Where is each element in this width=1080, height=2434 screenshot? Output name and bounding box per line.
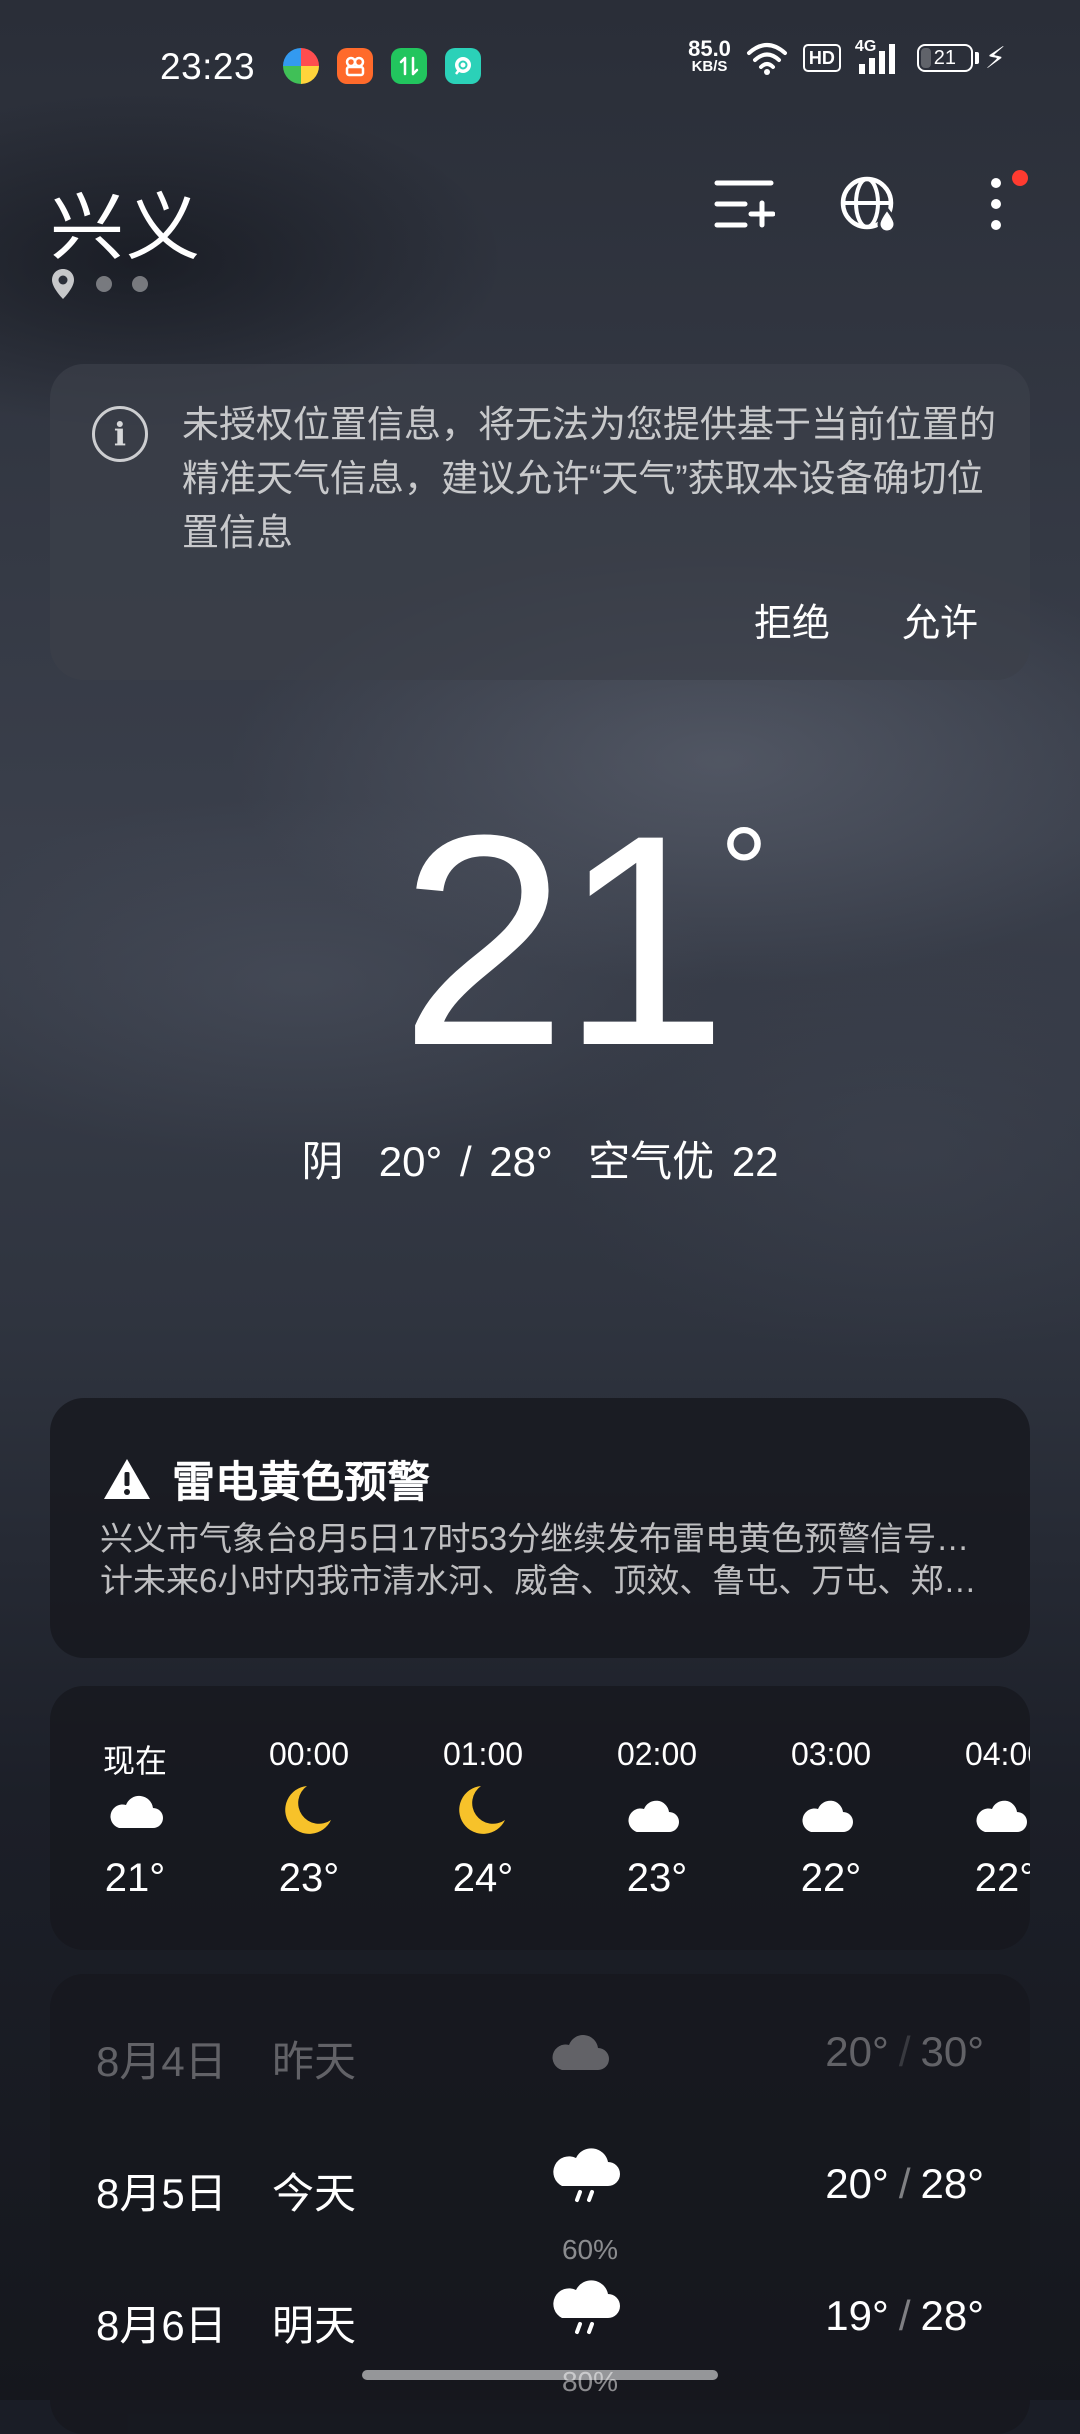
hourly-forecast[interactable]: 现在 21° 00:00 23° 01:00 24° 02:00 23° 03:… [50, 1686, 1030, 1950]
charging-icon: ⚡ [984, 41, 1006, 75]
city-name[interactable]: 兴义 [50, 168, 202, 275]
permission-message: 未授权位置信息，将无法为您提供基于当前位置的精准天气信息，建议允许“天气”获取本… [182, 404, 996, 553]
daily-row[interactable]: 8月5日 今天 60% 20°/28° [50, 2136, 1030, 2265]
status-indicators: 85.0 KB/S HD 4G 21 ⚡ [688, 36, 1006, 76]
daily-row[interactable]: 8月4日 昨天 20°/30° [50, 2004, 1030, 2104]
weather-summary[interactable]: 阴 20° / 28° 空气优 22 [0, 1128, 1080, 1189]
status-time: 23:23 [160, 46, 256, 87]
more-vertical-icon [991, 178, 1001, 230]
warning-description: 兴义市气象台8月5日17时53分继续发布雷电黄色预警信号：预 计未来6小时内我市… [100, 1520, 980, 1599]
app-notification-icon [283, 48, 319, 84]
page-dot [132, 276, 148, 292]
cloudy-night-icon [628, 1784, 685, 1832]
info-icon: i [92, 406, 148, 462]
more-menu-button[interactable] [962, 170, 1030, 238]
deny-button[interactable]: 拒绝 [754, 592, 830, 647]
cloudy-icon [110, 1795, 163, 1828]
page-dot [96, 276, 112, 292]
daily-forecast[interactable]: 8月4日 昨天 20°/30° 8月5日 今天 60% 20°/28° 8月6日… [50, 1974, 1030, 2434]
current-temperature-value: 21 [400, 772, 728, 1108]
rain-icon [553, 2280, 620, 2334]
moon-icon [285, 1786, 331, 1834]
notification-icons [283, 48, 481, 84]
status-bar: 23:23 85.0 KB/S HD 4G 21 ⚡ [0, 0, 1080, 136]
location-permission-card: i 未授权位置信息，将无法为您提供基于当前位置的精准天气信息，建议允许“天气”获… [50, 364, 1030, 680]
battery-indicator: 21 ⚡ [916, 41, 1006, 76]
location-pin-icon [52, 269, 74, 299]
daily-row[interactable]: 8月6日 明天 80% 19°/28° [50, 2268, 1030, 2397]
wifi-icon [746, 43, 787, 75]
battery-level: 21 [933, 46, 957, 69]
warning-title: 雷电黄色预警 [102, 1448, 430, 1510]
home-indicator[interactable] [362, 2370, 718, 2380]
allow-button[interactable]: 允许 [902, 592, 978, 647]
notification-dot [1012, 170, 1028, 186]
header-actions [710, 170, 1030, 238]
app-notification-icon [391, 48, 427, 84]
city-list-add-icon [714, 180, 775, 228]
moon-icon [459, 1786, 505, 1834]
precipitation-probability: 60% [561, 2234, 619, 2265]
cloudy-night-icon [802, 1784, 859, 1832]
add-city-button[interactable] [710, 170, 778, 238]
cloudy-night-icon [976, 1784, 1030, 1832]
degree-symbol: ° [720, 803, 768, 937]
warning-triangle-icon [104, 1459, 150, 1499]
current-temperature: 21 ° [0, 772, 1080, 1108]
app-notification-icon [337, 48, 373, 84]
rain-icon [553, 2148, 620, 2202]
globe-icon [840, 176, 897, 234]
global-weather-button[interactable] [836, 170, 904, 238]
city-page-indicator [50, 268, 148, 300]
hd-voice-badge: HD [802, 44, 841, 72]
cloudy-night-icon [552, 2020, 618, 2070]
weather-warning-card[interactable]: 雷电黄色预警 兴义市气象台8月5日17时53分继续发布雷电黄色预警信号：预 计未… [50, 1398, 1030, 1658]
cell-signal-icon: 4G [855, 38, 903, 76]
app-notification-icon [445, 48, 481, 84]
network-speed: 85.0 KB/S [688, 36, 731, 76]
